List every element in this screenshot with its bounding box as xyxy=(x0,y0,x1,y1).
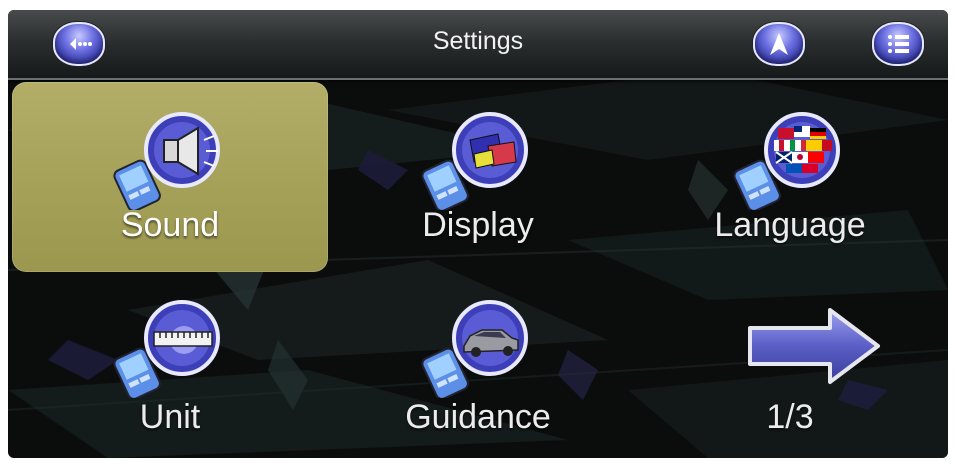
navigation-arrow-icon xyxy=(770,33,788,55)
flags-icon xyxy=(733,112,840,210)
car-icon xyxy=(421,300,528,398)
speaker-icon xyxy=(113,112,220,210)
next-arrow-icon xyxy=(748,308,880,384)
header-bar: Settings xyxy=(8,10,948,80)
list-menu-icon xyxy=(888,35,909,53)
tile-language[interactable]: Language xyxy=(632,82,948,272)
page-indicator: 1/3 xyxy=(766,398,814,436)
page-title: Settings xyxy=(432,27,524,55)
menu-button[interactable] xyxy=(872,22,924,66)
display-icon xyxy=(421,112,528,210)
tile-label-guidance: Guidance xyxy=(405,398,551,436)
tile-sound[interactable]: Sound xyxy=(12,82,328,272)
tile-unit[interactable]: Unit xyxy=(12,282,328,458)
next-page-button[interactable]: 1/3 xyxy=(632,282,948,458)
settings-screen: Settings Sound Display Language Unit Gui… xyxy=(8,10,948,458)
tile-display[interactable]: Display xyxy=(320,82,636,272)
tile-guidance[interactable]: Guidance xyxy=(320,282,636,458)
tile-label-unit: Unit xyxy=(139,398,201,436)
tile-label-language: Language xyxy=(714,206,866,244)
ruler-icon xyxy=(113,300,220,398)
tile-label-sound: Sound xyxy=(120,206,220,244)
navigation-button[interactable] xyxy=(753,22,805,66)
tile-label-display: Display xyxy=(422,206,534,244)
